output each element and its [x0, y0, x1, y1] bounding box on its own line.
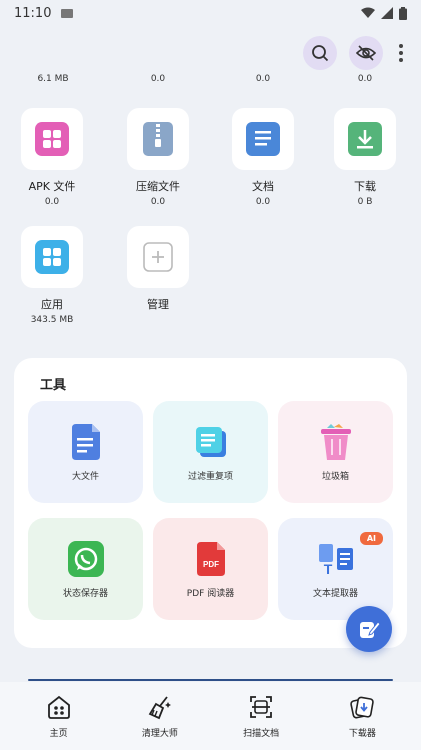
top-actions — [303, 36, 407, 70]
tool-label: 过滤重复项 — [187, 471, 233, 482]
battery-icon — [399, 6, 407, 20]
category-download[interactable]: 下载 0 B — [315, 108, 415, 207]
more-dot — [399, 58, 403, 62]
search-icon — [312, 45, 329, 62]
nav-label: 主页 — [49, 728, 68, 739]
search-button[interactable] — [303, 36, 337, 70]
tool-duplicates[interactable]: 过滤重复项 — [153, 401, 268, 503]
category-size: 0.0 — [255, 197, 271, 207]
size-value: 0.0 — [357, 74, 373, 84]
tools-title: 工具 — [40, 378, 67, 393]
nav-downloader[interactable]: 下载器 — [312, 694, 412, 739]
tool-trash[interactable]: 垃圾箱 — [278, 401, 393, 503]
category-size: 343.5 MB — [30, 315, 74, 325]
category-tile — [21, 226, 83, 288]
nav-label: 下载器 — [348, 728, 376, 739]
category-document[interactable]: 文档 0.0 — [213, 108, 313, 207]
category-apps[interactable]: 应用 343.5 MB — [2, 226, 102, 325]
category-manage[interactable]: 管理 — [108, 226, 208, 312]
wifi-icon — [361, 7, 375, 18]
text-extract-icon: T — [318, 543, 353, 576]
pdf-icon: PDF — [196, 541, 225, 576]
category-label: 应用 — [41, 298, 63, 311]
tool-icon: T — [317, 540, 355, 578]
tool-icon: PDF — [192, 540, 230, 578]
tool-icon — [192, 423, 230, 461]
category-tile — [127, 108, 189, 170]
tool-status-saver[interactable]: 状态保存器 — [28, 518, 143, 620]
category-label: 压缩文件 — [136, 180, 180, 193]
svg-text:PDF: PDF — [203, 560, 219, 569]
tool-label: PDF 阅读器 — [186, 588, 235, 599]
apk-icon — [35, 122, 69, 156]
apps-icon — [35, 240, 69, 274]
tool-label: 垃圾箱 — [321, 471, 349, 482]
category-size: 0 B — [357, 197, 373, 207]
svg-text:T: T — [323, 561, 332, 576]
tool-icon — [67, 423, 105, 461]
whatsapp-icon — [67, 540, 104, 577]
trash-icon — [320, 423, 351, 460]
eye-off-icon — [356, 45, 376, 61]
size-value: 0.0 — [255, 74, 271, 84]
downloader-icon — [350, 696, 375, 719]
tool-pdf-reader[interactable]: PDF PDF 阅读器 — [153, 518, 268, 620]
status-icons — [361, 6, 407, 20]
duplicate-icon — [195, 426, 226, 457]
zip-icon — [143, 122, 173, 156]
folder-notification-icon — [61, 8, 74, 18]
category-apk[interactable]: APK 文件 0.0 — [2, 108, 102, 207]
category-tile — [21, 108, 83, 170]
status-time: 11:10 — [14, 5, 52, 21]
more-options-button[interactable] — [395, 44, 407, 62]
size-value: 6.1 MB — [37, 74, 69, 84]
category-size: 0.0 — [150, 197, 166, 207]
download-icon — [348, 122, 382, 156]
category-size: 0.0 — [44, 197, 60, 207]
edit-icon — [360, 621, 381, 638]
previous-row-sizes: 6.1 MB 0.0 0.0 0.0 — [0, 74, 421, 88]
size-value: 0.0 — [150, 74, 166, 84]
broom-icon — [148, 695, 171, 719]
nav-scan[interactable]: 扫描文档 — [211, 694, 311, 739]
floating-edit-button[interactable] — [346, 606, 392, 652]
tools-card: 工具 大文件 过滤重复项 垃圾箱 状态保存器 PDF PDF 阅读器 AI T — [14, 358, 407, 648]
nav-label: 扫描文档 — [243, 728, 280, 739]
category-label: 下载 — [354, 180, 376, 193]
ai-badge: AI — [359, 532, 383, 545]
home-icon — [47, 695, 70, 719]
tool-icon — [67, 540, 105, 578]
hide-files-button[interactable] — [349, 36, 383, 70]
category-tile — [334, 108, 396, 170]
bottom-navigation: 主页 清理大师 扫描文档 下载器 — [0, 682, 421, 750]
category-label: APK 文件 — [28, 180, 76, 193]
category-tile — [232, 108, 294, 170]
tool-text-extractor[interactable]: AI T 文本提取器 — [278, 518, 393, 620]
more-vertical-icon — [399, 44, 403, 48]
plus-icon — [143, 242, 173, 272]
tool-icon — [317, 423, 355, 461]
category-tile — [127, 226, 189, 288]
category-archive[interactable]: 压缩文件 0.0 — [108, 108, 208, 207]
more-dot — [399, 51, 403, 55]
scan-icon — [250, 695, 273, 718]
signal-icon — [381, 7, 393, 19]
tool-label: 大文件 — [71, 471, 99, 482]
category-label: 文档 — [252, 180, 274, 193]
nav-label: 清理大师 — [141, 728, 178, 739]
tool-label: 文本提取器 — [312, 588, 358, 599]
category-label: 管理 — [147, 298, 169, 311]
nav-cleaner[interactable]: 清理大师 — [110, 694, 210, 739]
status-bar: 11:10 — [0, 0, 421, 26]
bottom-divider — [28, 679, 393, 681]
large-file-icon — [71, 423, 100, 460]
tool-label: 状态保存器 — [62, 588, 108, 599]
nav-home[interactable]: 主页 — [9, 694, 109, 739]
tool-large-files[interactable]: 大文件 — [28, 401, 143, 503]
document-icon — [246, 122, 280, 156]
